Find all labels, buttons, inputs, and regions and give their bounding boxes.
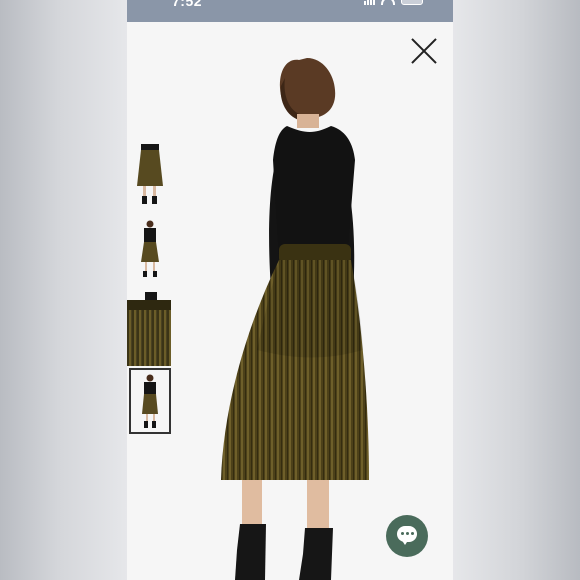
status-icons — [364, 0, 423, 5]
thumb-image — [141, 220, 159, 277]
battery-icon — [401, 0, 423, 5]
thumb-image — [137, 144, 163, 204]
model-back-view — [221, 58, 369, 580]
signal-icon — [364, 0, 375, 5]
thumb-image — [142, 374, 158, 428]
thumb-skirt-closeup-1[interactable] — [129, 140, 171, 206]
main-product-image[interactable] — [187, 30, 453, 580]
chat-button[interactable] — [386, 515, 428, 557]
product-gallery-overlay: 7:52 — [127, 0, 453, 580]
chat-icon — [397, 526, 417, 545]
thumb-model-front[interactable] — [129, 216, 171, 282]
status-time: 7:52 — [172, 0, 203, 9]
thumb-fabric-detail[interactable] — [127, 300, 171, 366]
wifi-icon — [381, 0, 395, 5]
status-bar: 7:52 — [127, 0, 453, 22]
thumb-model-back[interactable] — [129, 368, 171, 434]
